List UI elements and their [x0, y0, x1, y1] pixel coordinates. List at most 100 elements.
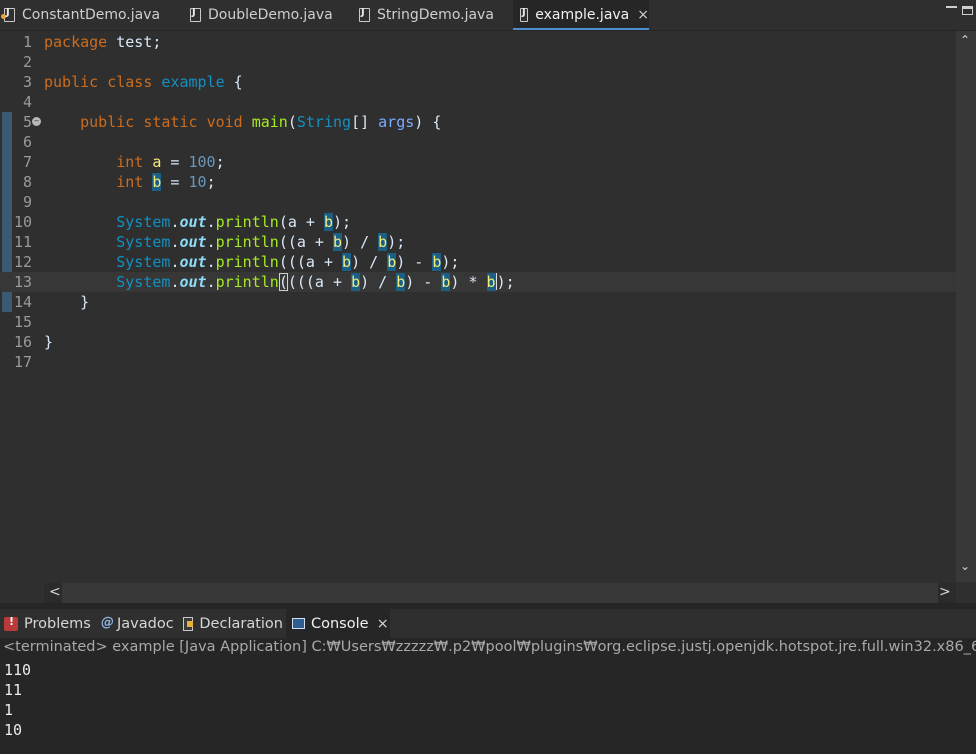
code-line[interactable]: 2 — [0, 52, 956, 72]
line-number: 7 — [22, 153, 32, 171]
code-token: example — [161, 73, 225, 91]
code-token: out — [179, 273, 207, 291]
code-line[interactable]: 4 — [0, 92, 956, 112]
code-token: ; — [206, 173, 216, 191]
scroll-right-icon[interactable]: > — [939, 584, 951, 600]
code-line[interactable]: 12 System.out.println(((a + b) / b) - b)… — [0, 252, 956, 272]
line-number: 1 — [22, 33, 32, 51]
code-line[interactable]: 14 } — [0, 292, 956, 312]
fold-toggle-icon[interactable]: − — [32, 117, 41, 126]
scroll-down-icon[interactable]: ⌄ — [960, 559, 970, 573]
code-token: ( — [287, 113, 297, 131]
code-line[interactable]: 13 System.out.println((((a + b) / b) - b… — [0, 272, 956, 292]
scroll-left-icon[interactable]: < — [49, 584, 61, 600]
code-line[interactable]: 7 int a = 100; — [0, 152, 956, 172]
tab-label: DoubleDemo.java — [208, 7, 333, 23]
code-line[interactable]: 11 System.out.println((a + b) / b); — [0, 232, 956, 252]
code-token: void — [206, 113, 243, 131]
console-icon — [292, 618, 305, 629]
line-number: 12 — [13, 253, 32, 271]
java-file-icon — [359, 7, 370, 22]
code-token: ; — [215, 153, 225, 171]
line-number: 9 — [22, 193, 32, 211]
code-token: out — [179, 233, 207, 251]
code-line[interactable]: 16} — [0, 332, 956, 352]
code-token: ) { — [414, 113, 442, 131]
line-number: 3 — [22, 73, 32, 91]
code-line[interactable]: 5− public static void main(String[] args… — [0, 112, 956, 132]
java-file-icon — [1, 7, 15, 22]
line-number: 8 — [22, 173, 32, 191]
code-line[interactable]: 15 — [0, 312, 956, 332]
code-token: String — [296, 113, 352, 131]
line-number: 17 — [13, 353, 32, 371]
close-tab-icon[interactable]: × — [377, 616, 389, 632]
code-text: int b = 10; — [44, 172, 216, 192]
code-token: ) * — [450, 273, 487, 291]
scroll-thumb[interactable] — [62, 583, 938, 603]
code-line[interactable]: 10 System.out.println(a + b); — [0, 212, 956, 232]
line-number: 11 — [13, 233, 32, 251]
code-text: System.out.println(((a + b) / b) - b); — [44, 252, 459, 272]
maximize-icon[interactable] — [962, 6, 973, 15]
minimize-icon[interactable] — [946, 6, 957, 14]
code-token: . — [206, 233, 216, 251]
code-token: b — [396, 273, 406, 291]
line-number: 5 — [22, 113, 32, 131]
code-line[interactable]: 1 package test; — [0, 32, 956, 52]
line-number: 15 — [13, 313, 32, 331]
code-editor[interactable]: 1 package test; 2 3 public class example {4 5… — [0, 31, 976, 603]
code-token: int — [116, 173, 144, 191]
tab-declaration[interactable]: Declaration — [183, 609, 283, 638]
code-text: } — [44, 292, 89, 312]
code-token: b — [486, 273, 496, 291]
code-line[interactable]: 3 public class example { — [0, 72, 956, 92]
code-token: out — [179, 213, 207, 231]
code-token: class — [107, 73, 153, 91]
line-number: 2 — [22, 53, 32, 71]
tab-example[interactable]: example.java × — [513, 0, 649, 30]
horizontal-scrollbar[interactable]: < > — [44, 583, 956, 603]
tab-javadoc[interactable]: @ Javadoc — [101, 609, 179, 638]
console-line: 110 — [4, 661, 32, 679]
panel-tab-bar: Problems @ Javadoc Declaration Console × — [0, 609, 976, 638]
declaration-icon — [183, 616, 194, 631]
code-token: (((a + — [278, 253, 343, 271]
code-token: println — [215, 273, 279, 291]
tab-console[interactable]: Console × — [286, 609, 390, 638]
tab-constantdemo[interactable]: ConstantDemo.java — [1, 0, 176, 30]
code-token: static — [143, 113, 198, 131]
console-output[interactable]: <terminated> example [Java Application] … — [0, 638, 976, 754]
tab-label: StringDemo.java — [377, 7, 494, 23]
tab-problems[interactable]: Problems — [4, 609, 96, 638]
code-token: } — [44, 333, 54, 351]
code-token: public — [80, 113, 135, 131]
code-line[interactable]: 17 — [0, 352, 956, 372]
code-token: ) / — [351, 253, 388, 271]
tab-label: example.java — [535, 7, 630, 23]
close-tab-icon[interactable]: × — [637, 7, 649, 23]
scrollbar-corner — [956, 583, 976, 603]
code-text: System.out.println(a + b); — [44, 212, 351, 232]
code-line[interactable]: 6 — [0, 132, 956, 152]
scroll-up-icon[interactable]: ⌃ — [960, 33, 970, 47]
code-token: . — [206, 273, 216, 291]
tab-doubledemo[interactable]: DoubleDemo.java — [190, 0, 350, 30]
vertical-scrollbar[interactable]: ⌃ ⌄ — [956, 31, 976, 582]
code-token: println — [215, 253, 279, 271]
javadoc-icon: @ — [101, 614, 114, 630]
code-line[interactable]: 9 — [0, 192, 956, 212]
tab-stringdemo[interactable]: StringDemo.java — [359, 0, 509, 30]
code-token: b — [323, 213, 333, 231]
code-token: b — [342, 253, 352, 271]
code-line[interactable]: 8 int b = 10; — [0, 172, 956, 192]
code-token: [] — [351, 113, 379, 131]
editor-tab-bar: ConstantDemo.java DoubleDemo.java String… — [0, 0, 976, 31]
scroll-thumb[interactable] — [956, 31, 976, 582]
